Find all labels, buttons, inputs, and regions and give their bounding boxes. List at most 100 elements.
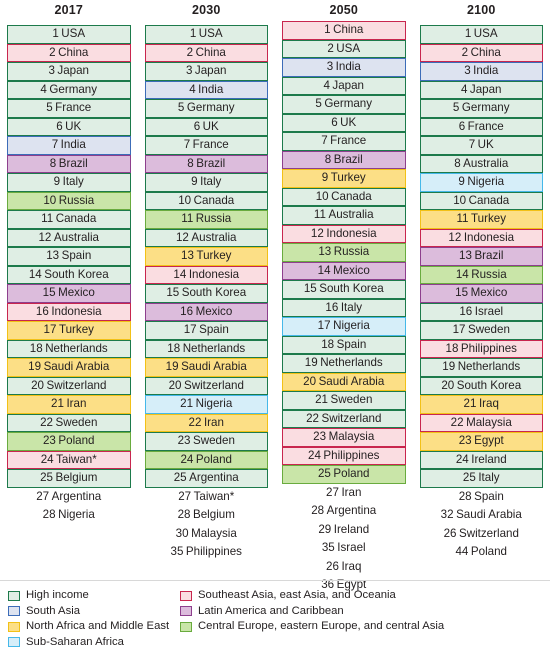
ranking-row: 14 Russia	[419, 265, 543, 285]
rank-number: 24	[180, 452, 194, 466]
country-name: China	[470, 45, 501, 59]
rank-number: 2	[186, 45, 194, 59]
rank-number: 9	[191, 175, 198, 189]
ranking-row: 9 Italy	[144, 173, 268, 192]
rank-number: 14	[455, 267, 469, 281]
rank-number: 2	[327, 41, 334, 55]
ranking-row: 9 Turkey	[282, 169, 406, 188]
rank-number: 6	[458, 119, 466, 133]
ranking-row: 13 Brazil	[419, 247, 543, 266]
ranking-row: 15 South Korea	[282, 280, 406, 299]
ranking-row: 20 Switzerland	[144, 376, 268, 396]
rank-number: 8	[324, 152, 332, 166]
ranking-row: 15 Mexico	[7, 284, 131, 303]
rank-number: 22	[40, 415, 53, 429]
country-name: Australia	[191, 230, 237, 244]
rank-number: 9	[321, 171, 329, 185]
ranking-row: 5 Germany	[282, 95, 406, 114]
country-name: Poland	[333, 467, 370, 481]
rank-number: 1	[52, 27, 59, 41]
ranking-row: 23 Poland	[7, 432, 131, 451]
rank-number: 5	[46, 101, 53, 115]
ranking-row: 13 Russia	[282, 243, 406, 262]
rank-number: 27	[36, 489, 50, 503]
rank-number: 4	[40, 82, 47, 96]
country-name: South Korea	[319, 282, 384, 296]
rank-number: 11	[181, 212, 194, 226]
country-name: Germany	[49, 82, 98, 96]
country-name: Taiwan*	[193, 489, 235, 503]
ranking-row: 17 Sweden	[419, 321, 543, 340]
ranking-row: 18 Netherlands	[144, 339, 268, 359]
ranking-row-unranked: 35 Israel	[282, 539, 406, 558]
ranking-row: 17 Spain	[144, 321, 268, 340]
rank-number: 23	[42, 434, 56, 448]
column-header: 2100	[466, 3, 496, 17]
ranking-row: 14 South Korea	[7, 265, 131, 285]
ranking-row: 24 Philippines	[282, 446, 406, 466]
ranking-row: 14 Mexico	[282, 261, 406, 281]
ranking-row: 8 Brazil	[7, 154, 131, 174]
country-name: Mexico	[470, 286, 508, 300]
legend-column-left: High income South Asia North Africa and Mi…	[0, 588, 180, 652]
country-name: Switzerland	[183, 378, 244, 392]
rank-number: 28	[458, 489, 472, 503]
rank-number: 2	[461, 45, 469, 59]
rank-number: 32	[440, 508, 454, 522]
rank-number: 8	[454, 156, 461, 170]
ranking-column-2100: 2100 1 USA 2 China 3 India 4 Japan 5 Germany 6 Franc…	[413, 0, 550, 575]
country-name: Canada	[331, 189, 372, 203]
rank-number: 1	[189, 27, 197, 41]
ranking-row: 16 Israel	[419, 302, 543, 322]
rank-number: 23	[313, 430, 327, 444]
ranking-row: 10 Canada	[282, 187, 406, 207]
rank-number: 29	[318, 522, 332, 536]
country-name: USA	[473, 27, 498, 41]
ranking-row: 19 Netherlands	[419, 358, 543, 377]
rank-number: 9	[458, 175, 465, 189]
country-name: Indonesia	[326, 226, 377, 240]
country-name: Brazil	[333, 152, 363, 166]
rank-number: 44	[455, 545, 469, 559]
country-name: Taiwan*	[56, 452, 97, 466]
rank-number: 7	[183, 138, 191, 152]
country-name: Philippines	[460, 341, 517, 355]
country-name: Switzerland	[46, 378, 107, 392]
ranking-row: 1 China	[282, 21, 406, 40]
rank-number: 17	[43, 323, 57, 337]
country-name: China	[58, 45, 89, 59]
ranking-row: 17 Turkey	[7, 321, 131, 340]
country-name: Canada	[193, 193, 235, 207]
country-name: Argentina	[326, 504, 377, 518]
rank-number: 4	[460, 82, 468, 96]
country-name: South Korea	[44, 267, 109, 281]
legend-swatch-icon	[180, 621, 192, 632]
rank-number: 28	[177, 508, 191, 522]
country-name: Japan	[194, 64, 227, 78]
country-name: France	[467, 119, 504, 133]
rank-number: 10	[453, 193, 467, 207]
country-name: France	[192, 138, 229, 152]
rank-number: 4	[323, 78, 330, 92]
rank-number: 6	[331, 115, 338, 129]
ranking-row: 19 Saudi Arabia	[7, 358, 131, 377]
legend-swatch-icon	[8, 621, 20, 632]
legend-item-subsah: Sub-Saharan Africa	[8, 635, 180, 651]
legend-label: Sub-Saharan Africa	[26, 635, 124, 648]
ranking-row: 21 Sweden	[282, 391, 406, 410]
country-name: Poland	[195, 452, 232, 466]
rank-number: 5	[177, 101, 185, 115]
rank-number: 19	[304, 356, 318, 370]
rank-number: 18	[445, 341, 459, 355]
legend-item-high: High income	[8, 588, 180, 604]
country-name: Turkey	[471, 212, 507, 226]
ranking-row: 22 Sweden	[7, 413, 131, 433]
ranking-row: 22 Malaysia	[419, 413, 543, 433]
rank-number: 12	[175, 230, 189, 244]
ranking-row-unranked: 26 Switzerland	[420, 525, 544, 544]
ranking-row-unranked: 28 Nigeria	[7, 506, 131, 525]
rank-number: 3	[185, 64, 193, 78]
ranking-row: 5 France	[7, 99, 131, 118]
rank-number: 15	[303, 282, 317, 296]
ranking-row: 22 Iran	[144, 413, 268, 433]
